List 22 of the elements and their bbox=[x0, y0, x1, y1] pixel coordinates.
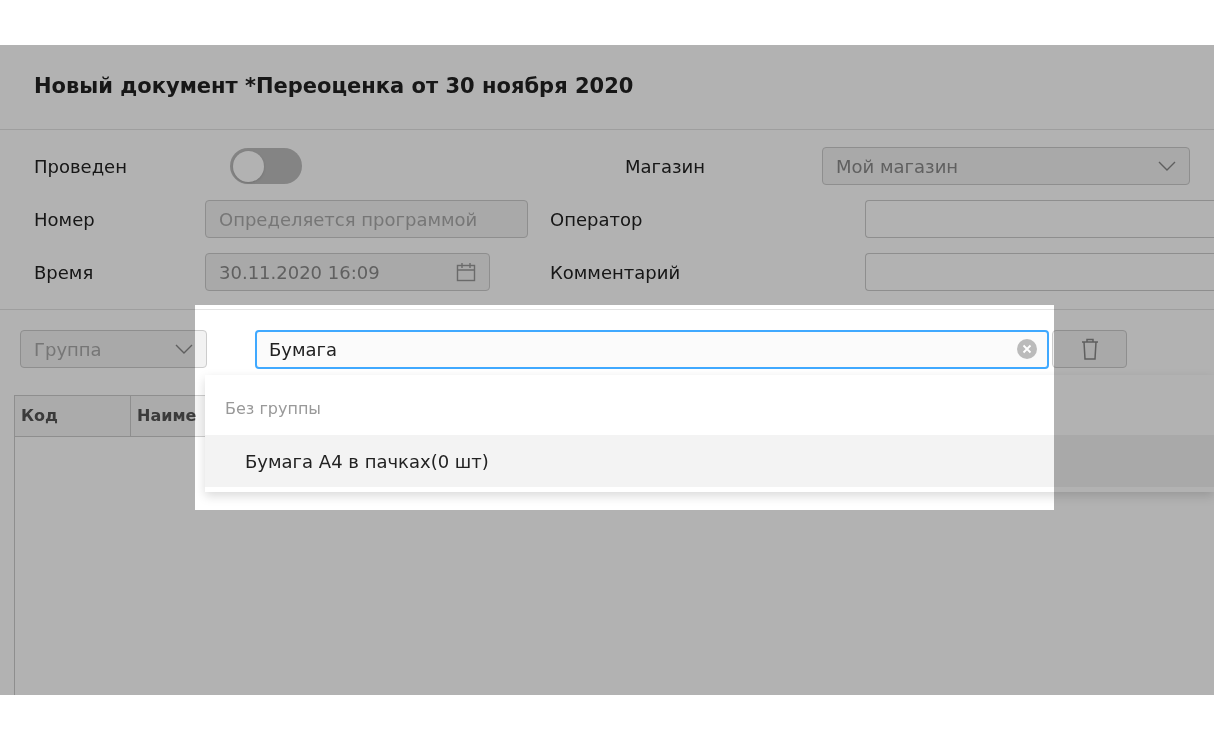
calendar-icon bbox=[456, 262, 476, 282]
operator-field[interactable] bbox=[865, 200, 1214, 238]
field-label: Номер bbox=[34, 207, 96, 232]
delete-button[interactable] bbox=[1052, 330, 1127, 368]
field-label: Оператор bbox=[550, 207, 644, 232]
toggle-switch[interactable] bbox=[230, 148, 302, 184]
comment-field[interactable] bbox=[865, 253, 1214, 291]
field-label: Проведен bbox=[34, 154, 128, 179]
column-header[interactable]: Код bbox=[15, 396, 131, 436]
field-label: Комментарий bbox=[550, 260, 682, 285]
clear-icon[interactable] bbox=[1017, 339, 1037, 359]
field-label: Время bbox=[34, 260, 95, 285]
date-field[interactable]: 30.11.2020 16:09 bbox=[205, 253, 490, 291]
field-label: Магазин bbox=[625, 154, 707, 179]
chevron-down-icon bbox=[175, 344, 193, 354]
trash-icon bbox=[1080, 338, 1099, 360]
document-title: Новый документ *Переоценка от 30 ноября 2020 bbox=[34, 73, 634, 101]
group-heading: Без группы bbox=[224, 398, 322, 420]
search-field[interactable]: Бумага bbox=[255, 329, 1049, 369]
dropdown-item[interactable]: Бумага А4 в пачках(0 шт) bbox=[205, 435, 1214, 487]
chevron-down-icon bbox=[1158, 161, 1176, 171]
store-select[interactable]: Мой магазин bbox=[822, 147, 1190, 185]
